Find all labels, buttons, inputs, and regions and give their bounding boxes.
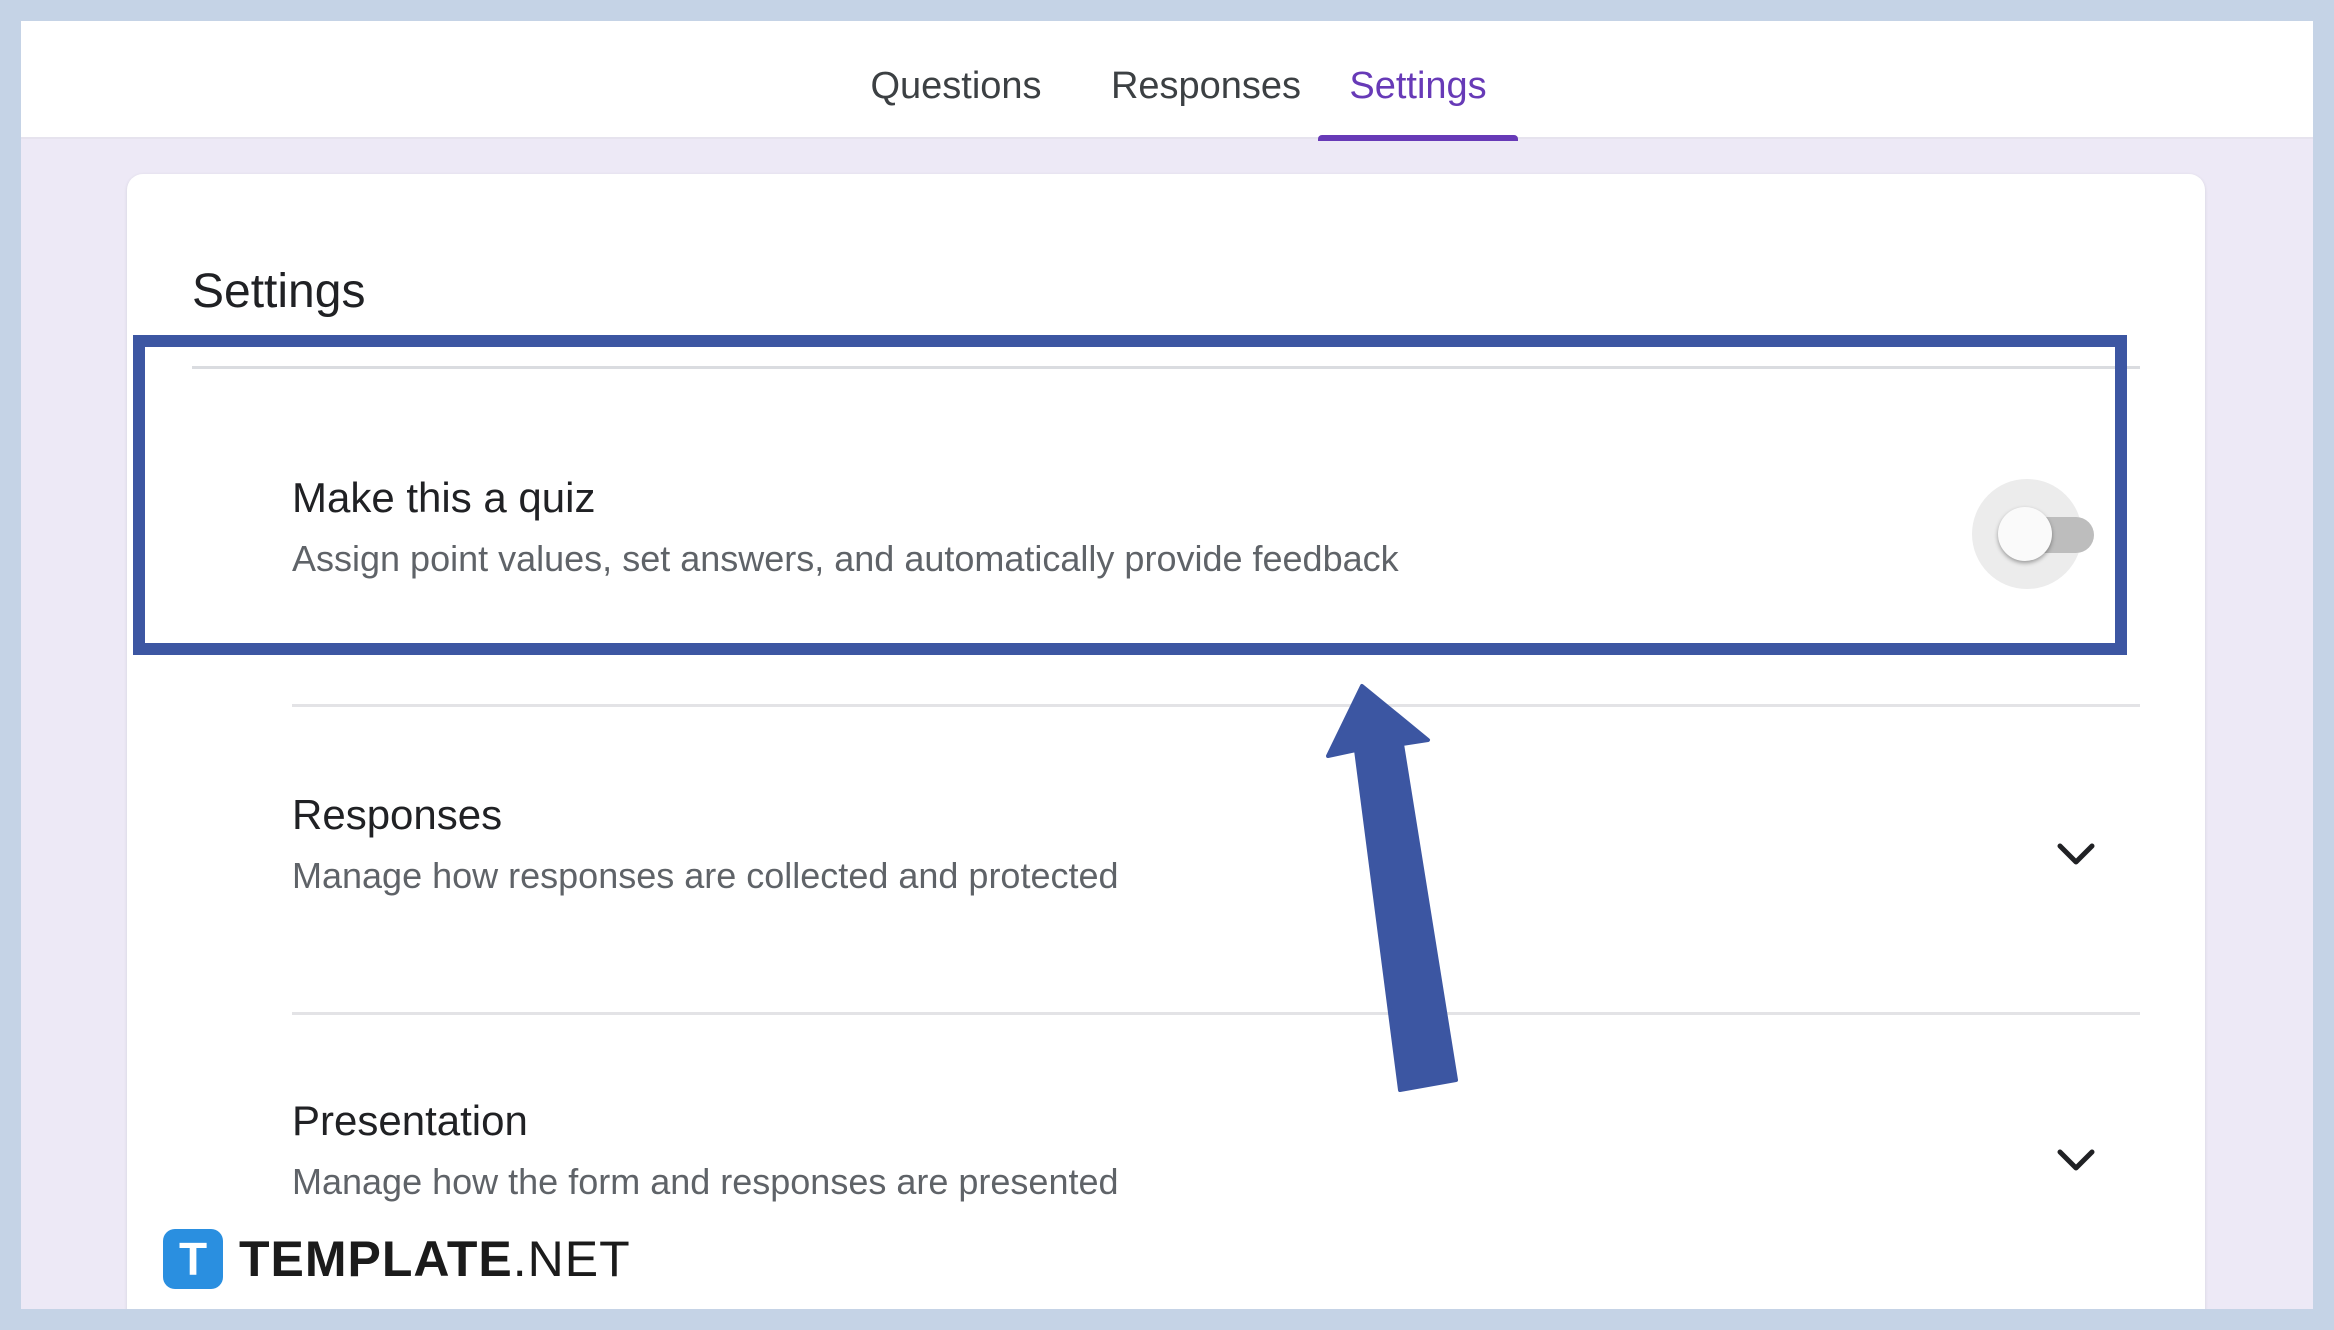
settings-card: Settings Make this a quiz Assign point v… — [127, 174, 2205, 1309]
tab-bar: Questions Responses Settings — [21, 21, 2313, 141]
toggle-thumb — [1998, 507, 2052, 561]
tab-settings[interactable]: Settings — [1318, 65, 1518, 141]
setting-quiz-description: Assign point values, set answers, and au… — [292, 538, 1399, 579]
page-title: Settings — [192, 265, 366, 318]
setting-responses-title: Responses — [292, 791, 503, 838]
divider — [192, 366, 2140, 369]
tab-settings-label: Settings — [1349, 65, 1487, 107]
divider — [292, 704, 2140, 707]
chevron-down-icon[interactable] — [2046, 824, 2106, 884]
template-logo-icon: T — [163, 1229, 223, 1289]
divider — [292, 1012, 2140, 1015]
setting-responses-description: Manage how responses are collected and p… — [292, 855, 1119, 896]
active-tab-indicator — [1318, 135, 1518, 141]
tab-responses[interactable]: Responses — [1081, 65, 1331, 139]
watermark-suffix: .NET — [512, 1231, 631, 1287]
forms-settings-screen: Questions Responses Settings Settings Ma… — [21, 21, 2313, 1309]
setting-quiz-title: Make this a quiz — [292, 474, 596, 521]
template-net-watermark: T TEMPLATE.NET — [163, 1227, 631, 1291]
watermark-text: TEMPLATE.NET — [239, 1230, 631, 1288]
tab-responses-label: Responses — [1110, 65, 1302, 107]
setting-presentation-title: Presentation — [292, 1097, 528, 1144]
tab-questions[interactable]: Questions — [831, 65, 1081, 139]
chevron-down-icon[interactable] — [2046, 1130, 2106, 1190]
watermark-brand: TEMPLATE — [239, 1231, 513, 1287]
tab-questions-label: Questions — [870, 65, 1042, 107]
setting-presentation-description: Manage how the form and responses are pr… — [292, 1161, 1119, 1202]
quiz-toggle[interactable] — [1972, 479, 2112, 589]
